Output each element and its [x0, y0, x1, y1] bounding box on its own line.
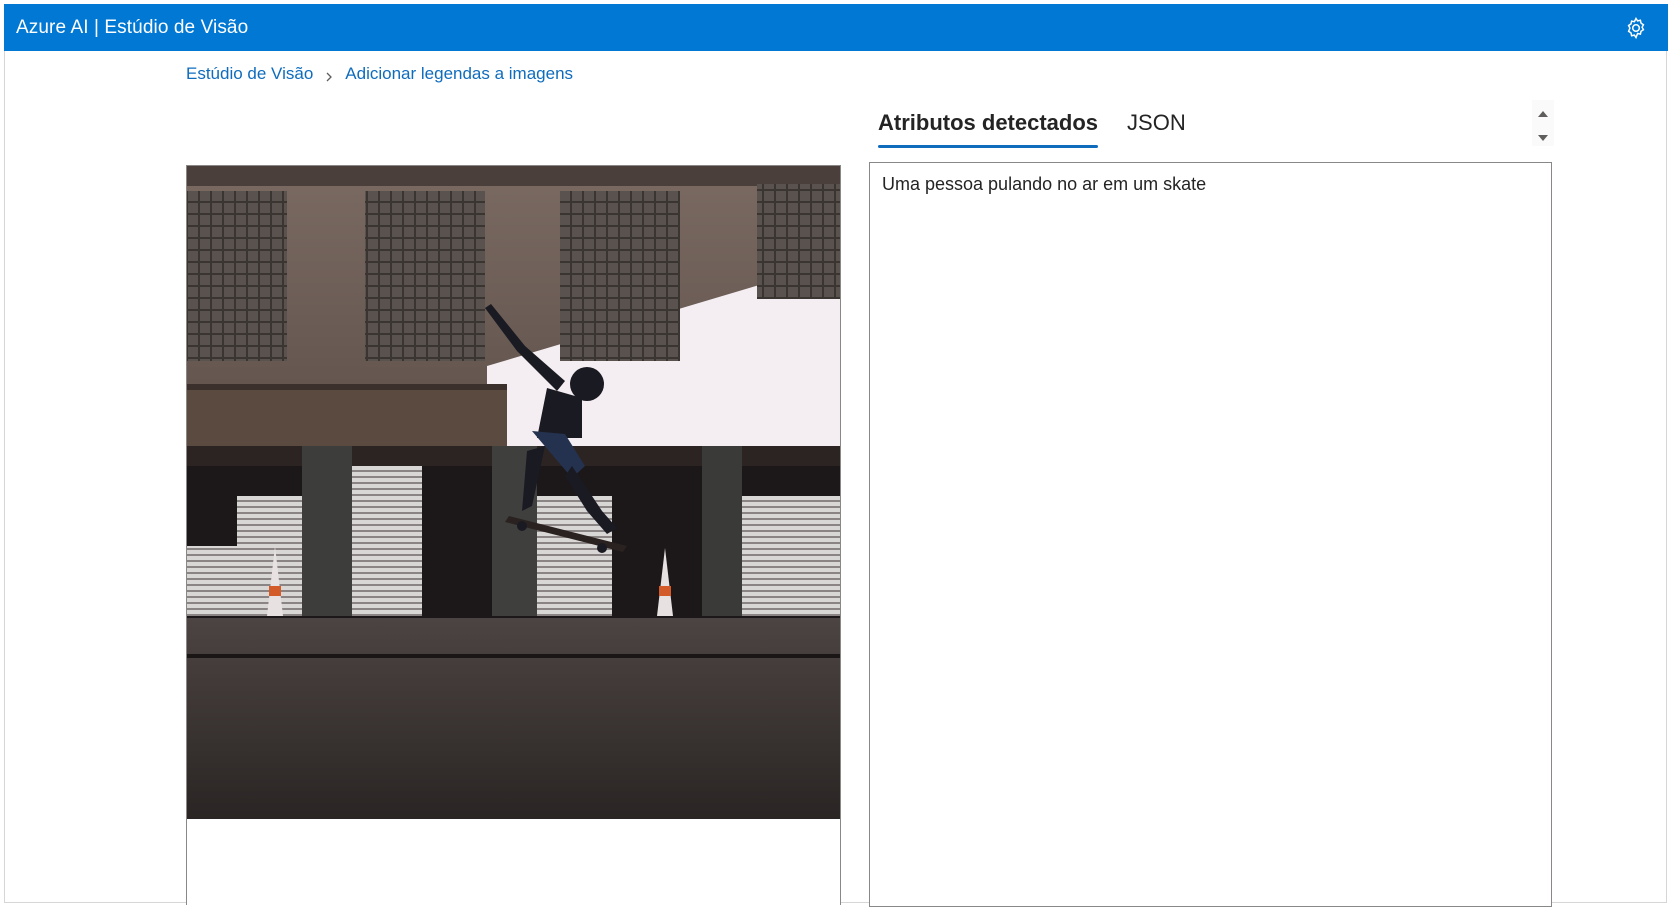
result-panel: Uma pessoa pulando no ar em um skate [869, 162, 1552, 907]
tab-detected-attributes[interactable]: Atributos detectados [878, 100, 1099, 148]
tab-scroll-control [1532, 100, 1554, 146]
scroll-down-icon[interactable] [1537, 130, 1549, 141]
image-panel [186, 165, 841, 905]
breadcrumb: Estúdio de Visão Adicionar legendas a im… [186, 62, 573, 86]
skateboarder-photo [187, 166, 840, 819]
result-tabs: Atributos detectados JSON [878, 100, 1215, 150]
app-title: Azure AI | Estúdio de Visão [16, 16, 249, 38]
tab-json[interactable]: JSON [1127, 100, 1186, 148]
gear-icon[interactable] [1624, 16, 1648, 40]
chevron-right-icon [323, 68, 335, 82]
breadcrumb-item-vision-studio[interactable]: Estúdio de Visão [186, 64, 313, 84]
caption-text: Uma pessoa pulando no ar em um skate [882, 174, 1207, 194]
scroll-up-icon[interactable] [1537, 106, 1549, 117]
app-header: Azure AI | Estúdio de Visão [4, 4, 1668, 51]
breadcrumb-item-add-captions[interactable]: Adicionar legendas a imagens [345, 64, 573, 84]
